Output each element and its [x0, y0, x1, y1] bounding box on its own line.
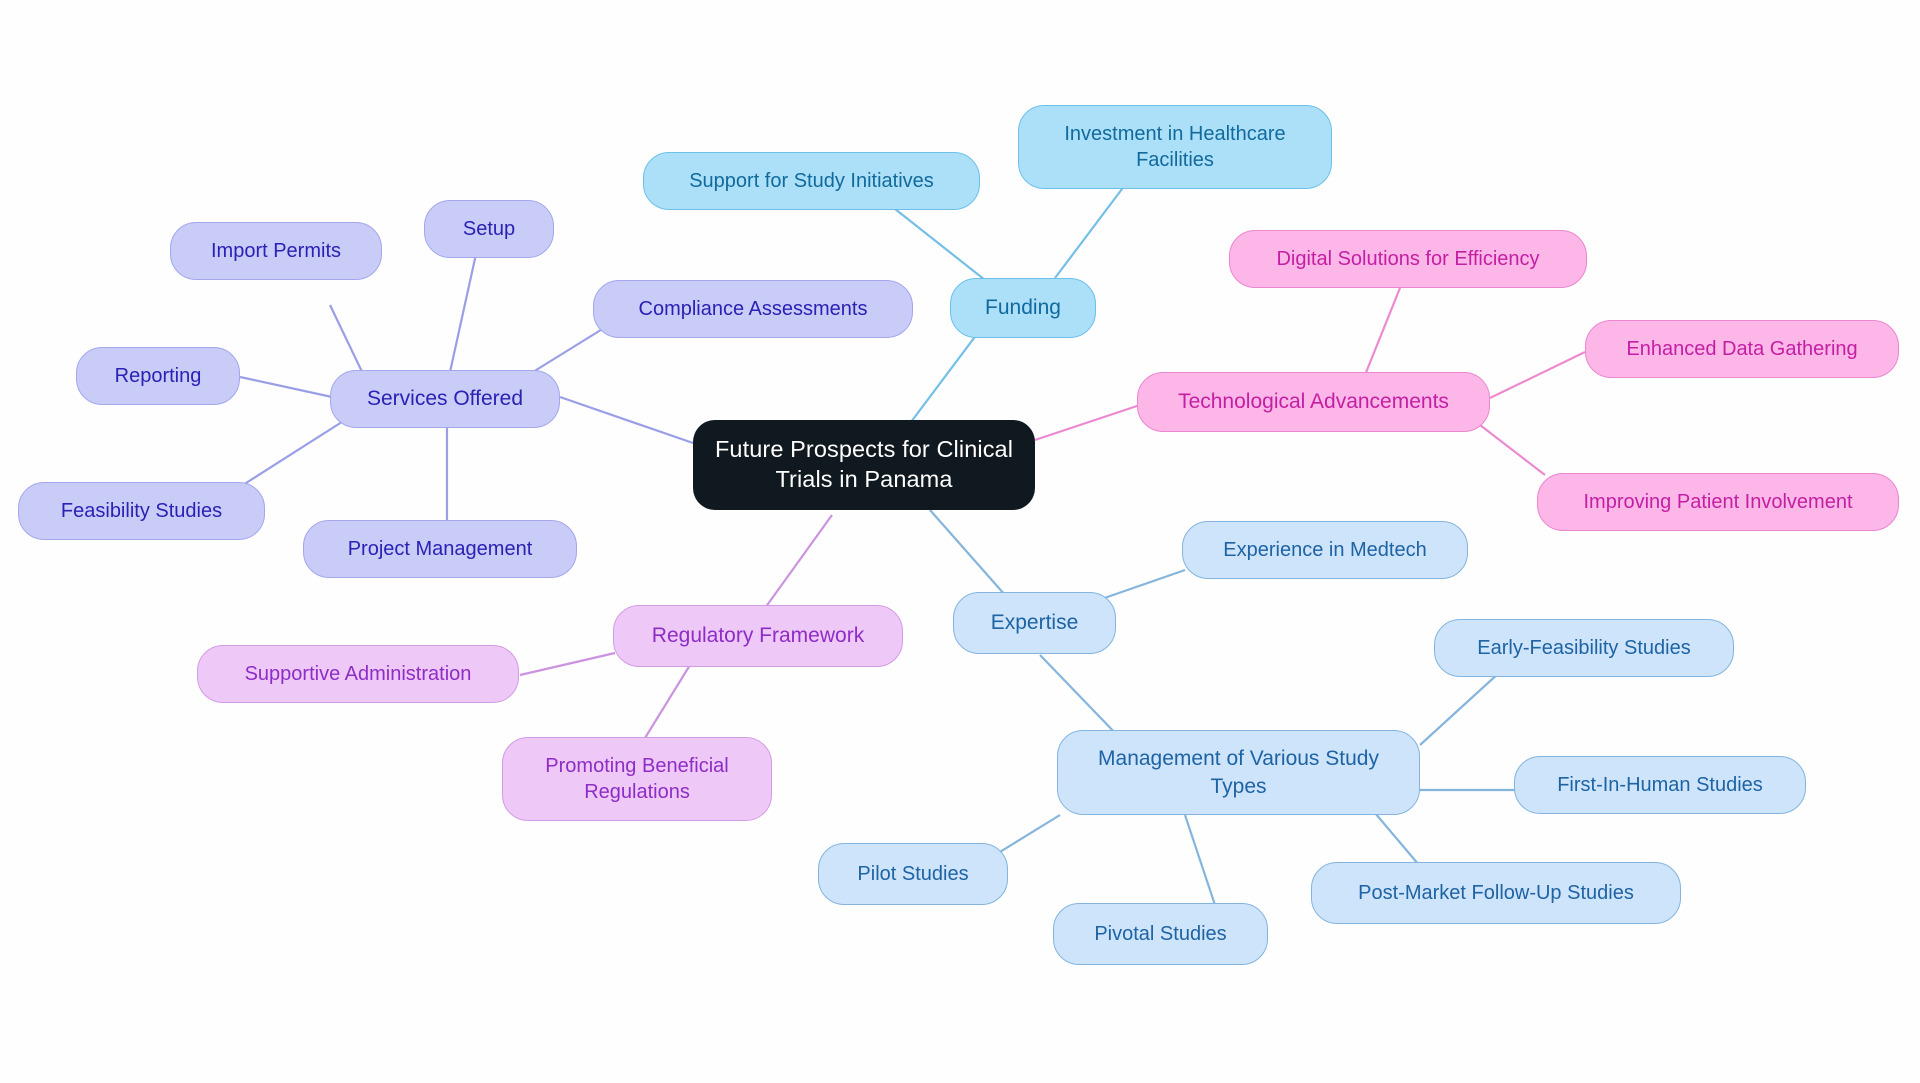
node-experience-in-medtech[interactable]: Experience in Medtech — [1182, 521, 1468, 579]
node-project-management[interactable]: Project Management — [303, 520, 577, 578]
node-regulatory-framework-label: Regulatory Framework — [651, 624, 865, 648]
node-improving-patient-involvement[interactable]: Improving Patient Involvement — [1537, 473, 1899, 531]
node-reporting-label: Reporting — [114, 365, 202, 387]
node-investment-in-healthcare-facilities-label: Investment in Healthcare Facilities — [1064, 123, 1286, 171]
node-early-feasibility-studies[interactable]: Early-Feasibility Studies — [1434, 619, 1734, 677]
mindmap-canvas: Future Prospects for Clinical Trials in … — [0, 0, 1920, 1083]
node-promoting-beneficial-regulations-label: Promoting Beneficial Regulations — [545, 755, 729, 803]
node-setup-label: Setup — [462, 218, 516, 240]
node-setup[interactable]: Setup — [424, 200, 554, 258]
node-import-permits[interactable]: Import Permits — [170, 222, 382, 280]
node-services-offered[interactable]: Services Offered — [330, 370, 560, 428]
node-pilot-studies-label: Pilot Studies — [857, 863, 969, 885]
node-improving-patient-involvement-label: Improving Patient Involvement — [1583, 491, 1853, 513]
node-supportive-administration[interactable]: Supportive Administration — [197, 645, 519, 703]
node-expertise-label: Expertise — [990, 611, 1079, 635]
edge-tech-digital-solutions — [1363, 287, 1402, 376]
node-promoting-beneficial-regulations[interactable]: Promoting Beneficial Regulations — [502, 737, 772, 821]
node-root-label: Future Prospects for Clinical Trials in … — [714, 436, 1014, 492]
node-technological-advancements-label: Technological Advancements — [1178, 390, 1449, 414]
node-investment-in-healthcare-facilities[interactable]: Investment in Healthcare Facilities — [1018, 105, 1332, 189]
node-pivotal-studies-label: Pivotal Studies — [1094, 923, 1227, 945]
edge-root-services-offered — [559, 395, 694, 445]
node-compliance-assessments[interactable]: Compliance Assessments — [593, 280, 913, 338]
node-enhanced-data-gathering-label: Enhanced Data Gathering — [1626, 338, 1858, 360]
node-digital-solutions-for-efficiency-label: Digital Solutions for Efficiency — [1276, 248, 1540, 270]
node-import-permits-label: Import Permits — [210, 240, 342, 262]
node-post-market-follow-up-studies[interactable]: Post-Market Follow-Up Studies — [1311, 862, 1681, 924]
edge-services-offered-reporting — [239, 375, 333, 399]
edge-regulatory-promoting-beneficial-regulations — [644, 664, 691, 739]
edge-tech-enhanced-data-gathering — [1489, 351, 1586, 399]
edge-expertise-management-of-various-study-types — [1039, 654, 1121, 739]
edge-funding-investment-in-healthcare-facilities — [1054, 184, 1126, 279]
edge-services-offered-import-permits — [329, 304, 366, 379]
node-first-in-human-studies[interactable]: First-In-Human Studies — [1514, 756, 1806, 814]
node-feasibility-studies[interactable]: Feasibility Studies — [18, 482, 265, 540]
node-funding-label: Funding — [985, 296, 1061, 320]
node-supportive-administration-label: Supportive Administration — [244, 663, 472, 685]
node-support-for-study-initiatives-label: Support for Study Initiatives — [689, 170, 934, 192]
node-management-of-various-study-types[interactable]: Management of Various Study Types — [1057, 730, 1420, 815]
node-regulatory-framework[interactable]: Regulatory Framework — [613, 605, 903, 667]
node-funding[interactable]: Funding — [950, 278, 1096, 338]
edge-funding-support-for-study-initiatives — [889, 204, 986, 281]
node-pivotal-studies[interactable]: Pivotal Studies — [1053, 903, 1268, 965]
node-technological-advancements[interactable]: Technological Advancements — [1137, 372, 1490, 432]
node-early-feasibility-studies-label: Early-Feasibility Studies — [1477, 637, 1691, 659]
node-enhanced-data-gathering[interactable]: Enhanced Data Gathering — [1585, 320, 1899, 378]
node-post-market-follow-up-studies-label: Post-Market Follow-Up Studies — [1358, 882, 1634, 904]
edge-tech-improving-patient-involvement — [1479, 424, 1546, 476]
node-experience-in-medtech-label: Experience in Medtech — [1223, 539, 1427, 561]
node-expertise[interactable]: Expertise — [953, 592, 1116, 654]
node-first-in-human-studies-label: First-In-Human Studies — [1557, 774, 1763, 796]
node-compliance-assessments-label: Compliance Assessments — [638, 298, 868, 320]
node-management-of-various-study-types-label: Management of Various Study Types — [1098, 747, 1379, 798]
edge-regulatory-supportive-administration — [519, 651, 616, 677]
node-digital-solutions-for-efficiency[interactable]: Digital Solutions for Efficiency — [1229, 230, 1587, 288]
edge-mgmt-early-feasibility-studies — [1419, 671, 1501, 746]
node-root[interactable]: Future Prospects for Clinical Trials in … — [693, 420, 1035, 510]
node-services-offered-label: Services Offered — [366, 387, 523, 411]
node-reporting[interactable]: Reporting — [76, 347, 240, 405]
edge-root-expertise — [929, 509, 1006, 596]
node-pilot-studies[interactable]: Pilot Studies — [818, 843, 1008, 905]
edge-services-offered-feasibility-studies — [234, 419, 346, 491]
node-support-for-study-initiatives[interactable]: Support for Study Initiatives — [643, 152, 980, 210]
edge-services-offered-setup — [448, 244, 480, 373]
edge-mgmt-pilot-studies — [994, 814, 1061, 856]
edge-root-technological-advancements — [1034, 403, 1141, 442]
edge-mgmt-pivotal-studies — [1183, 814, 1217, 906]
edge-root-regulatory-framework — [759, 514, 833, 616]
node-project-management-label: Project Management — [347, 538, 533, 560]
node-feasibility-studies-label: Feasibility Studies — [60, 500, 223, 522]
